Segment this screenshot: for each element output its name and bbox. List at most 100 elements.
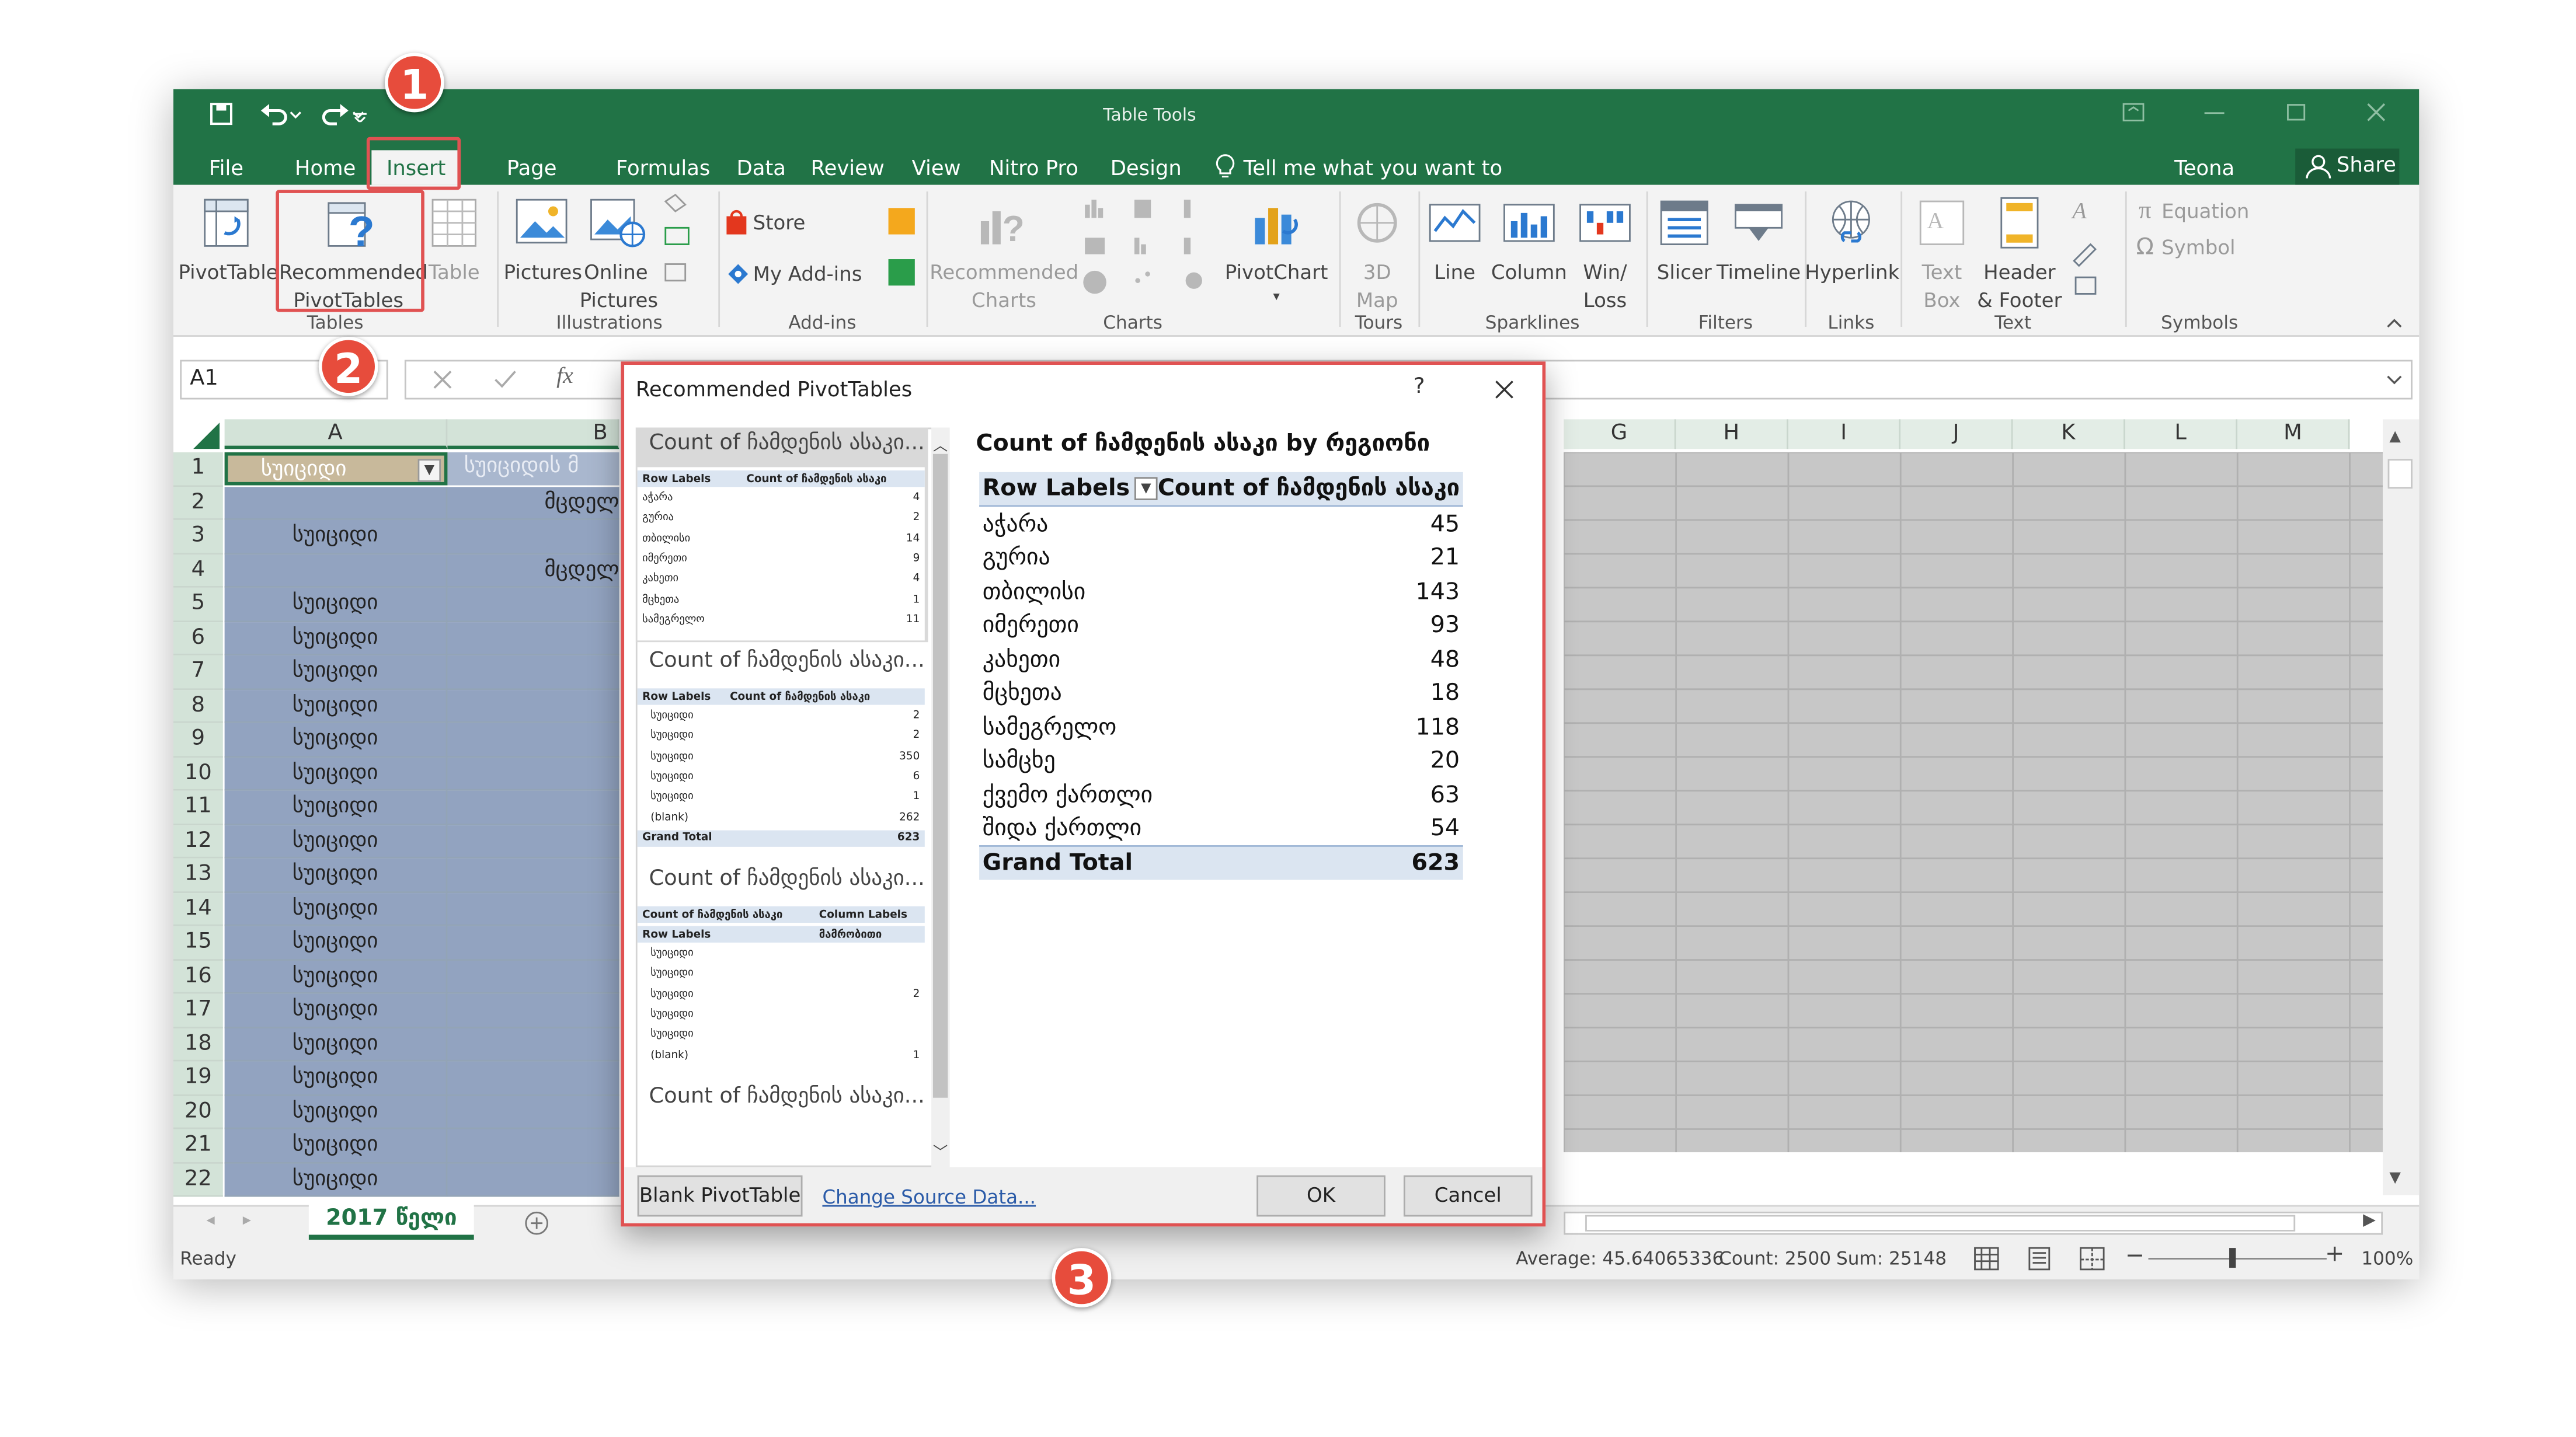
customize-qat-icon[interactable] (351, 109, 368, 123)
row-header[interactable]: 19 (173, 1061, 223, 1096)
column-header-i[interactable]: I (1788, 419, 1901, 449)
tab-page-layout[interactable]: Page Layout (472, 150, 591, 215)
cell-a[interactable]: სუიციდი (224, 960, 448, 994)
cell-b[interactable] (447, 621, 619, 655)
cell-b[interactable]: მცდელ (447, 486, 619, 520)
cell-a[interactable]: სუიციდი (224, 689, 448, 723)
cell-b1[interactable]: სუიციდის მ (447, 452, 619, 486)
people-graph-icon[interactable] (888, 259, 915, 286)
slicer-button[interactable]: Slicer (1649, 191, 1719, 307)
undo-icon[interactable] (259, 101, 302, 127)
list-scrollbar[interactable]: ︿ ﹀ (931, 427, 950, 1167)
cell-a[interactable]: სუიციდი (224, 1095, 448, 1129)
recommendation-3-thumbnail[interactable]: Count of ჩამდენის ასაკი Column Labels Row … (637, 903, 925, 1068)
column-header-h[interactable]: H (1676, 419, 1788, 449)
tab-file[interactable]: File (203, 150, 249, 184)
cell-b[interactable] (447, 689, 619, 723)
cell-b[interactable] (447, 1061, 619, 1096)
vertical-scrollbar[interactable]: ▲ ▼ (2383, 419, 2420, 1195)
ok-button[interactable]: OK (1256, 1175, 1386, 1217)
cell-b[interactable] (447, 926, 619, 960)
cell-a[interactable]: სუიციდი (224, 1163, 448, 1197)
list-scroll-down-icon[interactable]: ﹀ (933, 1140, 948, 1162)
cell-a[interactable]: სუიციდი (224, 993, 448, 1028)
cell-a1[interactable]: სუიციდი ▼ (224, 452, 448, 486)
row-header[interactable]: 9 (173, 723, 223, 757)
table-button[interactable]: Table (421, 191, 487, 307)
row-header[interactable]: 1 (173, 452, 223, 486)
cell-a[interactable]: სუიციდი (224, 1027, 448, 1062)
horizontal-scroll-thumb[interactable] (1585, 1215, 2296, 1232)
wordart-signature-object-icons[interactable]: A (2069, 195, 2112, 297)
normal-view-icon[interactable] (1973, 1246, 2000, 1271)
cell-a[interactable]: სუიციდი (224, 926, 448, 960)
prev-sheet-icon[interactable]: ◂ (207, 1212, 215, 1230)
select-all-icon[interactable] (193, 423, 220, 449)
row-header[interactable]: 21 (173, 1129, 223, 1163)
cell-b[interactable] (447, 993, 619, 1028)
zoom-out-icon[interactable]: − (2125, 1243, 2145, 1269)
column-header-a[interactable]: A (224, 419, 448, 449)
row-header[interactable]: 15 (173, 926, 223, 960)
cell-b[interactable]: მცდელ (447, 553, 619, 588)
cell-b[interactable] (447, 723, 619, 757)
tab-nitro-pro[interactable]: Nitro Pro (987, 150, 1080, 184)
cell-b[interactable] (447, 1129, 619, 1163)
cell-a[interactable]: სუიციდი (224, 858, 448, 892)
row-header[interactable]: 14 (173, 892, 223, 926)
pictures-button[interactable]: Pictures (504, 191, 582, 307)
recommendation-3-title[interactable]: Count of ჩამდენის ასაკი... (649, 867, 926, 891)
share-button[interactable]: Share (2295, 148, 2400, 185)
zoom-in-icon[interactable]: + (2325, 1241, 2344, 1268)
tab-review[interactable]: Review (811, 150, 885, 184)
cell-a[interactable]: სუიციდი (224, 892, 448, 926)
tab-home[interactable]: Home (293, 150, 358, 184)
blank-pivottable-button[interactable]: Blank PivotTable (637, 1175, 803, 1217)
row-header[interactable]: 16 (173, 960, 223, 994)
row-header[interactable]: 10 (173, 756, 223, 791)
zoom-slider-thumb[interactable] (2229, 1248, 2236, 1268)
column-sparkline-button[interactable]: Column (1488, 191, 1570, 307)
column-header-j[interactable]: J (1900, 419, 2013, 449)
cell-a[interactable]: სუიციდი (224, 723, 448, 757)
cell-b[interactable] (447, 587, 619, 622)
line-sparkline-button[interactable]: Line (1422, 191, 1488, 307)
change-source-data-link[interactable]: Change Source Data... (822, 1185, 1036, 1209)
zoom-level[interactable]: 100% (2361, 1248, 2413, 1269)
zoom-slider-track[interactable] (2148, 1258, 2327, 1260)
next-sheet-icon[interactable]: ▸ (243, 1212, 251, 1230)
cell-a[interactable]: სუიციდი (224, 790, 448, 825)
cell-a[interactable]: სუიციდი (224, 756, 448, 791)
cell-a[interactable]: სუიციდი (224, 621, 448, 655)
pivotchart-button[interactable]: PivotChart ▾ (1224, 191, 1329, 311)
row-header[interactable]: 3 (173, 519, 223, 554)
sheet-tab-2017[interactable]: 2017 წელი (308, 1205, 474, 1240)
column-header-b[interactable]: B (447, 419, 619, 449)
my-addins-button[interactable]: My Add-ins (725, 256, 890, 292)
tab-view[interactable]: View (910, 150, 963, 184)
minimize-icon[interactable] (2204, 112, 2225, 114)
ribbon-display-icon[interactable] (2122, 102, 2145, 122)
cell-b[interactable] (447, 655, 619, 689)
row-header[interactable]: 8 (173, 689, 223, 723)
cell-b[interactable] (447, 790, 619, 825)
header-footer-button[interactable]: Header & Footer (1973, 191, 2066, 312)
row-header[interactable]: 20 (173, 1095, 223, 1129)
cell-b[interactable] (447, 1027, 619, 1062)
column-header-k[interactable]: K (2013, 419, 2125, 449)
restore-icon[interactable] (2287, 104, 2306, 121)
winloss-sparkline-button[interactable]: Win/ Loss (1571, 191, 1640, 312)
close-window-icon[interactable] (2366, 102, 2386, 122)
timeline-button[interactable]: Timeline (1716, 191, 1802, 307)
online-pictures-button[interactable]: Online Pictures (580, 191, 658, 312)
shapes-smartart-screenshot-icons[interactable] (659, 191, 708, 294)
column-header-g[interactable]: G (1564, 419, 1676, 449)
row-header[interactable]: 2 (173, 486, 223, 520)
row-header[interactable]: 17 (173, 993, 223, 1028)
help-icon[interactable]: ? (1414, 375, 1425, 399)
column-header-m[interactable]: M (2237, 419, 2350, 449)
expand-formula-icon[interactable] (2386, 373, 2403, 386)
recommendation-2-thumbnail[interactable]: Row Labels Count of ჩამდენის ასაკი სუიციდი… (637, 685, 925, 853)
recommendation-2-title[interactable]: Count of ჩამდენის ასაკი... (649, 648, 926, 673)
cell-a[interactable]: სუიციდი (224, 1061, 448, 1096)
